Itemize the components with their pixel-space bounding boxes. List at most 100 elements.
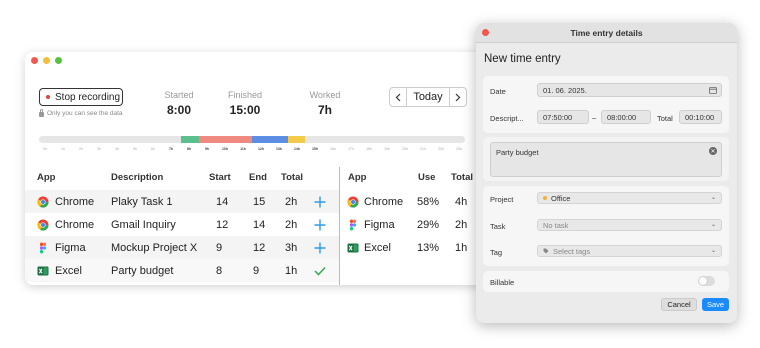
detail-titlebar: Time entry details [476, 23, 737, 43]
add-icon[interactable] [314, 196, 326, 208]
timeline-segment-excel [181, 136, 199, 143]
add-icon[interactable] [314, 219, 326, 231]
description-field[interactable]: Party budget ✕ [490, 142, 722, 177]
tag-placeholder: Select tags [553, 246, 591, 256]
start-time-field[interactable]: 07:50:00 [537, 110, 589, 124]
project-value: Office [551, 193, 571, 203]
tag-select[interactable]: Select tags ⌄ [537, 245, 722, 257]
timeline-tick-label: 22h [438, 147, 444, 151]
usage-total: 4h [455, 195, 468, 208]
entry-end: 9 [253, 264, 260, 277]
col-description: Description [111, 171, 164, 183]
table-row[interactable]: Chrome Gmail Inquiry 12 14 2h [25, 213, 339, 236]
total-label: Total [657, 114, 673, 123]
add-icon[interactable] [314, 242, 326, 254]
date-field[interactable]: 01. 06. 2025. [537, 83, 722, 97]
timeline-segment-figma [252, 136, 288, 143]
save-button[interactable]: Save [702, 298, 729, 311]
table-row[interactable]: Figma Mockup Project X 9 12 3h [25, 236, 339, 259]
entry-total: 3h [285, 241, 298, 254]
end-time-value: 08:00:00 [607, 112, 637, 122]
cancel-button[interactable]: Cancel [661, 298, 697, 311]
entry-start: 12 [216, 218, 229, 231]
close-window-button[interactable] [31, 57, 38, 64]
table-row[interactable]: Chrome Plaky Task 1 14 15 2h [25, 190, 339, 213]
col-end: End [249, 171, 267, 183]
date-navigator: Today [389, 87, 467, 107]
excel-icon [37, 265, 49, 277]
timeline-tick-label: 5h [133, 147, 137, 151]
usage-app: Chrome [364, 195, 404, 208]
timeline-tick-label: 12h [257, 147, 265, 151]
toggle-knob [699, 277, 707, 285]
started-label: Started [164, 90, 194, 100]
usage-app: Excel [364, 241, 391, 254]
project-select[interactable]: Office ⌄ [537, 192, 722, 204]
finished-label: Finished [227, 90, 263, 100]
timeline-tick-label: 11h [240, 147, 246, 151]
usage-percent: 29% [417, 218, 440, 231]
task-placeholder: No task [543, 220, 569, 230]
usage-header-row: App Use Total [339, 166, 495, 188]
privacy-note: Only you can see the data [39, 109, 123, 117]
timeline-tick-label: 17h [348, 147, 354, 151]
worked-value: 7h [317, 103, 332, 117]
usage-app: Figma [364, 218, 395, 231]
tag-icon [543, 248, 549, 254]
entry-description: Mockup Project X [111, 241, 198, 254]
timeline-tick-label: 13h [275, 147, 283, 151]
started-stat: Started 8:00 [155, 90, 203, 117]
timeline-tick-label: 0h [43, 147, 47, 151]
usage-row: Figma 29% 2h [339, 213, 495, 236]
billable-label: Billable [490, 278, 515, 287]
stop-recording-button[interactable]: Stop recording [39, 88, 123, 106]
timeline-tick-label: 8h [186, 147, 192, 151]
minimize-window-button[interactable] [43, 57, 50, 64]
chevron-down-icon: ⌄ [710, 222, 716, 228]
date-value: 01. 06. 2025. [543, 85, 587, 95]
start-time-value: 07:50:00 [543, 112, 573, 122]
entry-description: Plaky Task 1 [111, 195, 173, 208]
close-detail-button[interactable] [482, 29, 489, 36]
task-select[interactable]: No task ⌄ [537, 219, 722, 231]
chevron-right-icon[interactable] [450, 88, 466, 106]
timeline-tick-label: 3h [97, 147, 101, 151]
usage-row: Excel 13% 1h [339, 236, 495, 259]
entry-total: 2h [285, 218, 298, 231]
billable-toggle[interactable] [698, 276, 715, 286]
clear-description-icon[interactable]: ✕ [709, 147, 717, 155]
description-value: Party budget [496, 148, 539, 157]
chrome-icon [37, 196, 49, 208]
maximize-window-button[interactable] [55, 57, 62, 64]
finished-value: 15:00 [229, 103, 261, 117]
project-color-dot [543, 196, 547, 200]
timeline-tick-label: 2h [79, 147, 83, 151]
chrome-icon [347, 196, 359, 208]
entry-app: Chrome [55, 218, 95, 231]
check-icon[interactable] [314, 266, 326, 276]
billable-card: Billable [483, 271, 729, 292]
timeline-hour-ticks: 0h 1h 2h 3h 4h 5h 6h 7h 8h 9h 10h 11h 12h 13h 14h 15h 16… [39, 147, 465, 155]
usage-row: Chrome 58% 4h [339, 190, 495, 213]
entry-description: Party budget [111, 264, 174, 277]
col-total: Total [281, 171, 303, 183]
total-time-field[interactable]: 00:10:00 [679, 110, 722, 124]
chevron-down-icon: ⌄ [710, 195, 716, 201]
chrome-icon [37, 219, 49, 231]
end-time-field[interactable]: 08:00:00 [601, 110, 651, 124]
total-time-value: 00:10:00 [685, 112, 715, 122]
record-dot-icon [46, 95, 50, 99]
timeline-tick-label: 4h [115, 147, 119, 151]
timeline-tick-label: 18h [366, 147, 372, 151]
excel-icon [347, 242, 359, 254]
timeline-tick-label: 14h [293, 147, 301, 151]
col-usage-use: Use [418, 171, 436, 183]
today-button[interactable]: Today [406, 88, 450, 106]
timeline-tick-label: 15h [311, 147, 319, 151]
col-usage-app: App [348, 171, 367, 183]
detail-window-title: Time entry details [570, 27, 643, 38]
tracker-window: Stop recording Only you can see the data… [25, 52, 495, 285]
chevron-left-icon[interactable] [390, 88, 406, 106]
table-row[interactable]: Excel Party budget 8 9 1h [25, 259, 339, 282]
project-task-tag-card: Project Office ⌄ Task No task ⌄ Tag Sele… [483, 186, 729, 266]
